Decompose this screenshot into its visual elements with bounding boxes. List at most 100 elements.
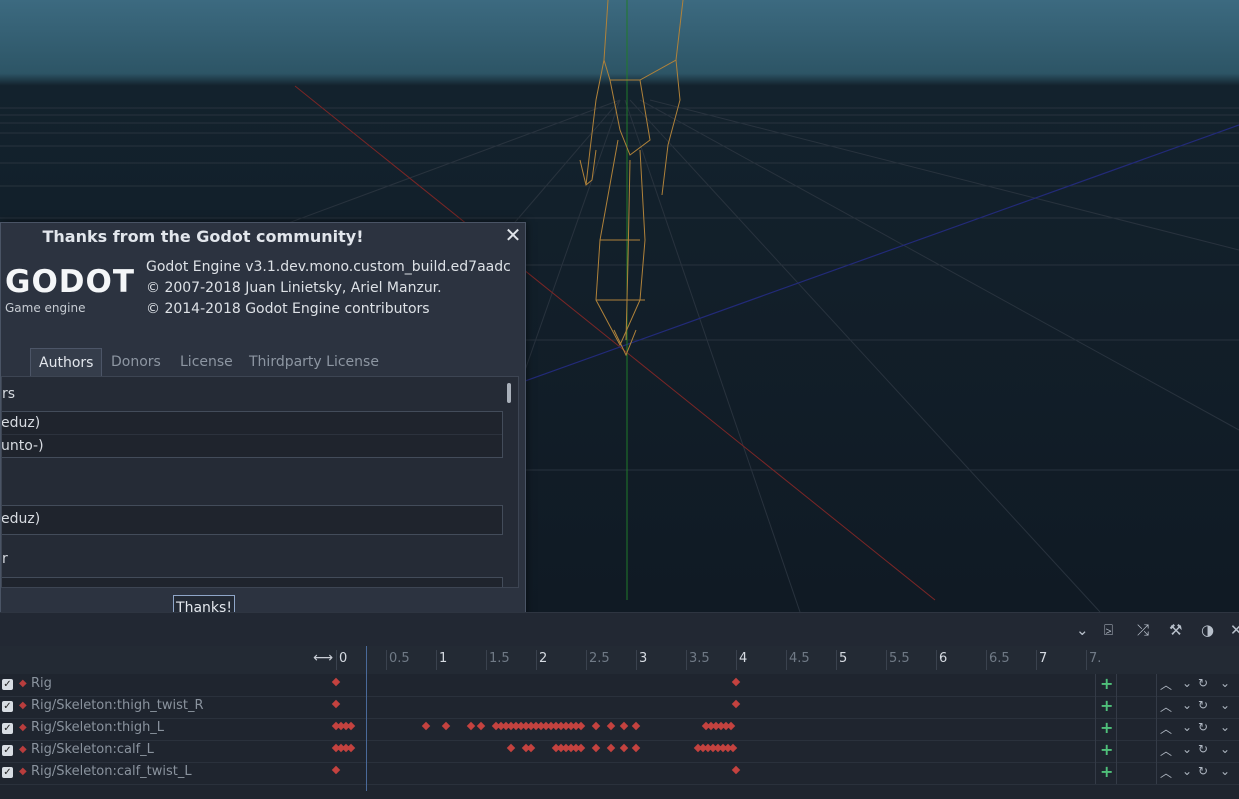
tick-line bbox=[786, 650, 787, 670]
list-item: eduz) bbox=[2, 412, 502, 435]
interpolation-icon[interactable]: ︿ bbox=[1160, 764, 1172, 781]
tick-line bbox=[936, 650, 937, 670]
track-row[interactable]: ✓ ◆ Rig + ︿ ⌄ ↻ ⌄ bbox=[0, 674, 1239, 697]
tick-label: 2.5 bbox=[589, 651, 610, 666]
keyframe[interactable] bbox=[591, 743, 601, 753]
keyframe[interactable] bbox=[619, 743, 629, 753]
keyframe[interactable] bbox=[731, 699, 741, 709]
tick-label: 6.5 bbox=[989, 651, 1010, 666]
tick-label: 0.5 bbox=[389, 651, 410, 666]
keyframe[interactable] bbox=[331, 765, 341, 775]
keyframe[interactable] bbox=[331, 677, 341, 687]
close-button[interactable]: ✕ bbox=[503, 223, 523, 247]
add-key-icon[interactable]: + bbox=[1100, 718, 1113, 737]
keyframe[interactable] bbox=[631, 743, 641, 753]
keyframe[interactable] bbox=[331, 699, 341, 709]
keyframe[interactable] bbox=[619, 721, 629, 731]
authors-list[interactable]: rs eduz) unto-) eduz) r bbox=[1, 376, 519, 588]
add-key-icon[interactable]: + bbox=[1100, 696, 1113, 715]
track-enable-checkbox[interactable]: ✓ bbox=[2, 745, 13, 756]
column-separator bbox=[1156, 762, 1157, 784]
keyframe[interactable] bbox=[476, 721, 486, 731]
tick-line bbox=[636, 650, 637, 670]
playhead[interactable] bbox=[366, 646, 367, 791]
onion-skin-icon[interactable]: ◑ bbox=[1201, 621, 1214, 639]
copyright-text: © 2007-2018 Juan Linietsky, Ariel Manzur… bbox=[146, 280, 442, 296]
chevron-down-icon[interactable]: ⌄ bbox=[1220, 742, 1230, 756]
keyframe[interactable] bbox=[606, 721, 616, 731]
time-ruler[interactable]: ⟷ 0 0.5 1 1.5 2 2.5 3 3.5 4 4.5 5 5.5 6 6.5 7 7. bbox=[0, 646, 1239, 674]
interpolation-icon[interactable]: ︿ bbox=[1160, 720, 1172, 737]
track-row[interactable]: ✓ ◆ Rig/Skeleton:thigh_L + ︿ ⌄ ↻ ⌄ bbox=[0, 718, 1239, 741]
keyframe[interactable] bbox=[731, 765, 741, 775]
loop-mode-icon[interactable]: ↻ bbox=[1198, 698, 1208, 712]
chevron-down-icon[interactable]: ⌄ bbox=[1182, 698, 1192, 712]
interpolation-icon[interactable]: ︿ bbox=[1160, 698, 1172, 715]
track-row[interactable]: ✓ ◆ Rig/Skeleton:thigh_twist_R + ︿ ⌄ ↻ ⌄ bbox=[0, 696, 1239, 719]
list-item: eduz) bbox=[1, 511, 41, 527]
tick-label: 3 bbox=[639, 651, 648, 666]
autoplay-icon[interactable]: ⍄ bbox=[1104, 621, 1113, 639]
keyframe[interactable] bbox=[726, 721, 736, 731]
keyframe[interactable] bbox=[576, 743, 586, 753]
interpolation-icon[interactable]: ︿ bbox=[1160, 676, 1172, 693]
tick-label: 5.5 bbox=[889, 651, 910, 666]
skeleton-rig bbox=[579, 0, 684, 357]
loop-mode-icon[interactable]: ↻ bbox=[1198, 676, 1208, 690]
chevron-down-icon[interactable]: ⌄ bbox=[1220, 676, 1230, 690]
keyframe[interactable] bbox=[421, 721, 431, 731]
column-separator bbox=[1095, 674, 1096, 696]
shuffle-icon[interactable]: ⤮ bbox=[1137, 621, 1149, 639]
add-key-icon[interactable]: + bbox=[1100, 740, 1113, 759]
keyframe[interactable] bbox=[526, 743, 536, 753]
chevron-down-icon[interactable]: ⌄ bbox=[1220, 698, 1230, 712]
tab-donors[interactable]: Donors bbox=[111, 348, 161, 377]
track-type-icon: ◆ bbox=[19, 766, 27, 777]
column-separator bbox=[1095, 740, 1096, 762]
keyframe[interactable] bbox=[576, 721, 586, 731]
add-key-icon[interactable]: + bbox=[1100, 762, 1113, 781]
keyframe[interactable] bbox=[506, 743, 516, 753]
contributors-text: © 2014-2018 Godot Engine contributors bbox=[146, 301, 430, 317]
keyframe[interactable] bbox=[731, 677, 741, 687]
close-icon[interactable]: ✕ bbox=[1230, 621, 1239, 639]
track-enable-checkbox[interactable]: ✓ bbox=[2, 701, 13, 712]
loop-mode-icon[interactable]: ↻ bbox=[1198, 720, 1208, 734]
keyframe[interactable] bbox=[466, 721, 476, 731]
animation-timeline[interactable]: ⟷ 0 0.5 1 1.5 2 2.5 3 3.5 4 4.5 5 5.5 6 6.5 7 7. ✓ ◆ Rig +… bbox=[0, 646, 1239, 799]
chevron-down-icon[interactable]: ⌄ bbox=[1182, 764, 1192, 778]
chevron-down-icon[interactable]: ⌄ bbox=[1220, 764, 1230, 778]
column-separator bbox=[1156, 674, 1157, 696]
chevron-down-icon[interactable]: ⌄ bbox=[1182, 742, 1192, 756]
scrollbar[interactable] bbox=[507, 383, 511, 403]
chevron-down-icon[interactable]: ⌄ bbox=[1182, 720, 1192, 734]
tab-authors[interactable]: Authors bbox=[30, 348, 103, 377]
keyframe[interactable] bbox=[606, 743, 616, 753]
keyframe[interactable] bbox=[591, 721, 601, 731]
keyframe[interactable] bbox=[346, 721, 356, 731]
keyframe[interactable] bbox=[441, 721, 451, 731]
zoom-fit-icon[interactable]: ⟷ bbox=[313, 650, 333, 666]
chevron-down-icon[interactable]: ⌄ bbox=[1182, 676, 1192, 690]
track-label: Rig/Skeleton:thigh_L bbox=[31, 720, 165, 735]
add-key-icon[interactable]: + bbox=[1100, 674, 1113, 693]
keyframe[interactable] bbox=[346, 743, 356, 753]
track-label: Rig/Skeleton:calf_L bbox=[31, 742, 154, 757]
chevron-down-icon[interactable]: ⌄ bbox=[1076, 621, 1089, 639]
keyframe[interactable] bbox=[728, 743, 738, 753]
track-row[interactable]: ✓ ◆ Rig/Skeleton:calf_twist_L + ︿ ⌄ ↻ ⌄ bbox=[0, 762, 1239, 785]
track-enable-checkbox[interactable]: ✓ bbox=[2, 679, 13, 690]
keyframe[interactable] bbox=[631, 721, 641, 731]
track-enable-checkbox[interactable]: ✓ bbox=[2, 723, 13, 734]
track-enable-checkbox[interactable]: ✓ bbox=[2, 767, 13, 778]
tab-license[interactable]: License bbox=[180, 348, 233, 377]
track-type-icon: ◆ bbox=[19, 678, 27, 689]
interpolation-icon[interactable]: ︿ bbox=[1160, 742, 1172, 759]
tab-thirdparty-license[interactable]: Thirdparty License bbox=[249, 348, 379, 377]
chevron-down-icon[interactable]: ⌄ bbox=[1220, 720, 1230, 734]
close-icon: ✕ bbox=[504, 223, 522, 247]
loop-mode-icon[interactable]: ↻ bbox=[1198, 764, 1208, 778]
tools-icon[interactable]: ⚒ bbox=[1169, 621, 1182, 639]
track-row[interactable]: ✓ ◆ Rig/Skeleton:calf_L + ︿ ⌄ ↻ ⌄ bbox=[0, 740, 1239, 763]
loop-mode-icon[interactable]: ↻ bbox=[1198, 742, 1208, 756]
